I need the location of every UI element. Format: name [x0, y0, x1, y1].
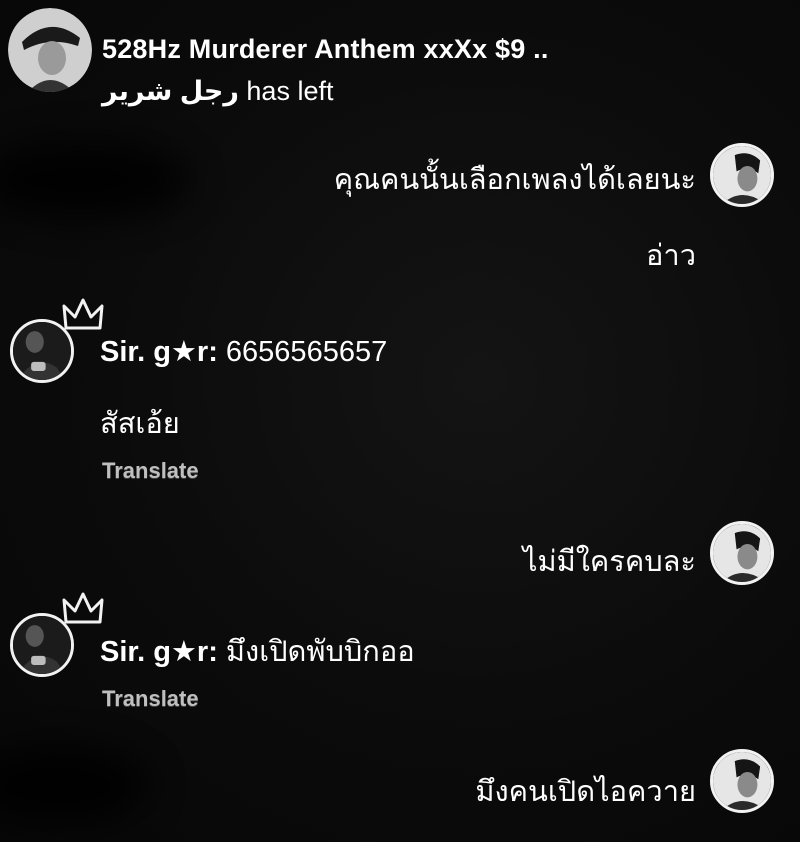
avatar[interactable] [10, 613, 74, 677]
background-smudge [0, 140, 190, 220]
avatar[interactable] [10, 319, 74, 383]
avatar[interactable] [710, 521, 774, 585]
message-text: 6656565657 [225, 336, 388, 368]
message-text: อ่าว [646, 240, 696, 272]
background-smudge [0, 745, 150, 825]
room-title[interactable]: 528Hz Murderer Anthem xxXx $9 .. [102, 34, 549, 65]
left-suffix: has left [246, 76, 334, 106]
avatar[interactable] [710, 749, 774, 813]
message-text: สัสเอ้ย [100, 408, 180, 440]
message-text: มึงคนเปิดไอควาย [475, 776, 696, 808]
message-line: Sir. g★r: 6656565657 [100, 334, 387, 369]
message-text: ไม่มีใครคบละ [522, 546, 696, 578]
translate-button[interactable]: Translate [102, 686, 199, 712]
room-avatar[interactable] [8, 8, 92, 92]
avatar[interactable] [710, 143, 774, 207]
left-username[interactable]: رجل شرير [102, 76, 239, 106]
message-text: คุณคนนั้นเลือกเพลงได้เลยนะ [333, 164, 696, 196]
message-text: มึงเปิดพับบิกออ [225, 636, 415, 668]
crown-icon [62, 298, 104, 332]
sender-name[interactable]: Sir. g★r: [100, 636, 218, 668]
crown-icon [62, 592, 104, 626]
sender-name[interactable]: Sir. g★r: [100, 336, 218, 368]
message-line: Sir. g★r: มึงเปิดพับบิกออ [100, 628, 415, 674]
left-notice: رجل شرير has left [102, 76, 333, 107]
translate-button[interactable]: Translate [102, 458, 199, 484]
